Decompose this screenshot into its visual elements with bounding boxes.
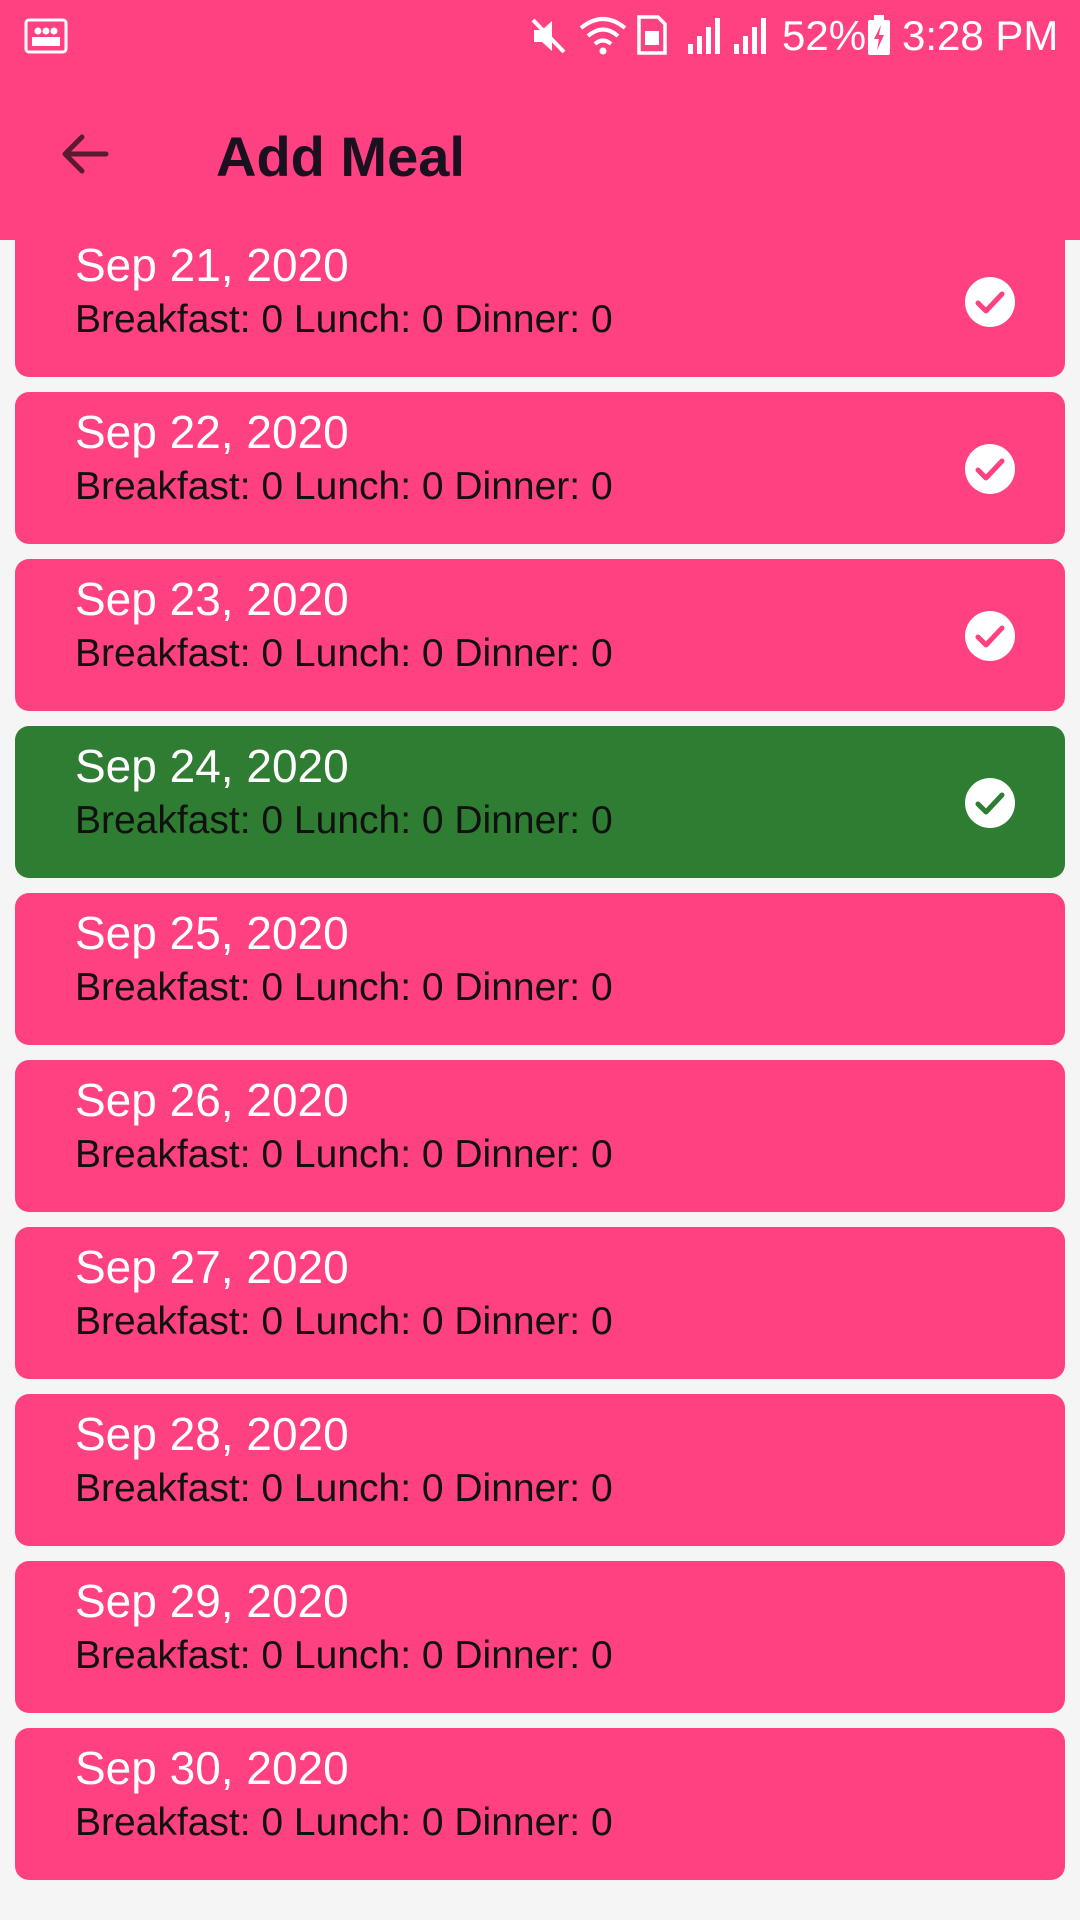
battery-level: 52% — [782, 12, 867, 59]
signal-icon — [688, 18, 720, 54]
arrow-back-icon[interactable] — [58, 128, 110, 180]
day-date: Sep 26, 2020 — [75, 1074, 349, 1126]
day-card[interactable]: Sep 29, 2020 Breakfast: 0 Lunch: 0 Dinner… — [15, 1561, 1065, 1713]
photo-notification-icon — [24, 18, 68, 54]
battery-charging-icon — [868, 15, 890, 55]
day-date: Sep 22, 2020 — [75, 406, 349, 458]
day-list: Sep 21, 2020 Breakfast: 0 Lunch: 0 Dinner… — [0, 240, 1080, 1920]
day-date: Sep 23, 2020 — [75, 573, 349, 625]
meal-counts: Breakfast: 0 Lunch: 0 Dinner: 0 — [75, 799, 613, 842]
day-card[interactable]: Sep 24, 2020 Breakfast: 0 Lunch: 0 Dinner… — [15, 726, 1065, 878]
status-bar: 52% 3:28 PM — [0, 0, 1080, 72]
meal-counts: Breakfast: 0 Lunch: 0 Dinner: 0 — [75, 1467, 613, 1510]
day-card[interactable]: Sep 23, 2020 Breakfast: 0 Lunch: 0 Dinner… — [15, 559, 1065, 711]
check-circle-icon — [965, 444, 1015, 494]
day-date: Sep 30, 2020 — [75, 1742, 349, 1794]
page-title: Add Meal — [216, 125, 465, 188]
day-card[interactable]: Sep 28, 2020 Breakfast: 0 Lunch: 0 Dinner… — [15, 1394, 1065, 1546]
check-circle-icon — [965, 277, 1015, 327]
wifi-icon — [579, 17, 627, 55]
meal-counts: Breakfast: 0 Lunch: 0 Dinner: 0 — [75, 1801, 613, 1844]
day-card[interactable]: Sep 22, 2020 Breakfast: 0 Lunch: 0 Dinner… — [15, 392, 1065, 544]
signal-icon — [734, 18, 766, 54]
meal-counts: Breakfast: 0 Lunch: 0 Dinner: 0 — [75, 465, 613, 508]
meal-counts: Breakfast: 0 Lunch: 0 Dinner: 0 — [75, 298, 613, 341]
mute-icon — [531, 18, 566, 54]
meal-counts: Breakfast: 0 Lunch: 0 Dinner: 0 — [75, 1300, 613, 1343]
day-card[interactable]: Sep 26, 2020 Breakfast: 0 Lunch: 0 Dinner… — [15, 1060, 1065, 1212]
day-date: Sep 25, 2020 — [75, 907, 349, 959]
day-card[interactable]: Sep 27, 2020 Breakfast: 0 Lunch: 0 Dinner… — [15, 1227, 1065, 1379]
meal-counts: Breakfast: 0 Lunch: 0 Dinner: 0 — [75, 966, 613, 1009]
day-card[interactable]: Sep 25, 2020 Breakfast: 0 Lunch: 0 Dinner… — [15, 893, 1065, 1045]
meal-counts: Breakfast: 0 Lunch: 0 Dinner: 0 — [75, 1634, 613, 1677]
meal-counts: Breakfast: 0 Lunch: 0 Dinner: 0 — [75, 1133, 613, 1176]
check-circle-icon — [965, 611, 1015, 661]
day-date: Sep 28, 2020 — [75, 1408, 349, 1460]
day-date: Sep 29, 2020 — [75, 1575, 349, 1627]
day-card[interactable]: Sep 21, 2020 Breakfast: 0 Lunch: 0 Dinner… — [15, 240, 1065, 377]
meal-counts: Breakfast: 0 Lunch: 0 Dinner: 0 — [75, 632, 613, 675]
day-date: Sep 21, 2020 — [75, 240, 349, 291]
app-bar: Add Meal — [0, 72, 1080, 240]
day-card[interactable]: Sep 30, 2020 Breakfast: 0 Lunch: 0 Dinner… — [15, 1728, 1065, 1880]
sim-icon — [637, 15, 667, 55]
day-date: Sep 24, 2020 — [75, 740, 349, 792]
day-date: Sep 27, 2020 — [75, 1241, 349, 1293]
check-circle-icon — [965, 778, 1015, 828]
clock: 3:28 PM — [902, 12, 1059, 59]
